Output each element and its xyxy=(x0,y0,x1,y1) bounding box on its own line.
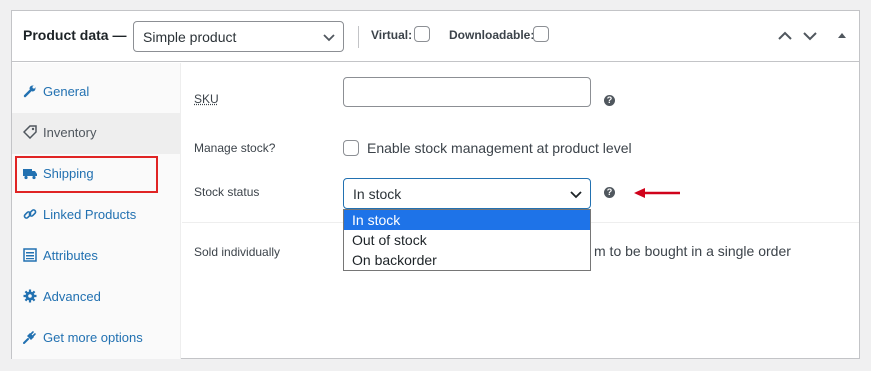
tab-get-more-options[interactable]: Get more options xyxy=(12,318,181,359)
panel-title: Product data — xyxy=(23,27,127,43)
chevron-down-icon xyxy=(323,34,335,42)
header-divider xyxy=(358,26,359,48)
stock-status-value: In stock xyxy=(353,186,402,202)
tab-inventory-label: Inventory xyxy=(43,125,97,140)
inventory-highlight-box xyxy=(15,156,158,193)
gear-icon xyxy=(23,289,37,303)
toggle-panel-button[interactable] xyxy=(834,28,850,44)
move-up-button[interactable] xyxy=(777,28,793,44)
sku-input[interactable] xyxy=(343,77,591,107)
tab-advanced[interactable]: Advanced xyxy=(12,277,181,318)
stock-status-dropdown: In stock Out of stock On backorder xyxy=(343,209,591,271)
virtual-label: Virtual: xyxy=(371,28,413,42)
wrench-icon xyxy=(23,85,36,98)
move-down-button[interactable] xyxy=(802,28,818,44)
tab-get-more-options-label: Get more options xyxy=(43,330,143,345)
chevron-up-icon xyxy=(778,31,792,40)
stock-status-label: Stock status xyxy=(194,185,260,199)
tab-attributes-label: Attributes xyxy=(43,248,98,263)
tab-attributes[interactable]: Attributes xyxy=(12,236,181,277)
manage-stock-label: Manage stock? xyxy=(194,141,276,155)
option-in-stock[interactable]: In stock xyxy=(344,210,590,230)
downloadable-checkbox[interactable] xyxy=(533,26,549,42)
inventory-panel: SKU ? Manage stock? Enable stock managem… xyxy=(182,63,859,359)
tab-general[interactable]: General xyxy=(12,72,181,113)
product-type-select[interactable]: Simple product xyxy=(133,21,344,52)
tab-linked-products[interactable]: Linked Products xyxy=(12,195,181,236)
link-icon xyxy=(23,209,37,219)
chevron-down-icon xyxy=(803,32,817,41)
tab-general-label: General xyxy=(43,84,90,99)
tag-icon xyxy=(23,125,37,139)
stock-status-select[interactable]: In stock xyxy=(343,178,591,209)
plugin-icon xyxy=(23,331,36,344)
option-out-of-stock[interactable]: Out of stock xyxy=(344,230,590,250)
sold-individually-description: m to be bought in a single order xyxy=(594,243,791,259)
chevron-down-icon xyxy=(570,191,582,199)
virtual-checkbox[interactable] xyxy=(414,26,430,42)
downloadable-label: Downloadable: xyxy=(449,28,535,42)
help-icon: ? xyxy=(604,95,615,106)
triangle-up-icon xyxy=(838,33,846,38)
sku-label: SKU xyxy=(194,92,219,106)
tab-inventory[interactable]: Inventory xyxy=(12,113,181,154)
product-type-value: Simple product xyxy=(143,29,237,45)
red-arrow-icon xyxy=(634,188,680,198)
list-icon xyxy=(23,248,37,262)
tab-advanced-label: Advanced xyxy=(43,289,101,304)
panel-header: Product data — Simple product Virtual: D… xyxy=(12,11,859,62)
sold-individually-label: Sold individually xyxy=(194,245,281,259)
product-data-panel: Product data — Simple product Virtual: D… xyxy=(11,10,860,359)
help-icon: ? xyxy=(604,187,615,198)
manage-stock-checkbox[interactable] xyxy=(343,140,359,156)
manage-stock-description: Enable stock management at product level xyxy=(367,140,632,156)
tab-linked-products-label: Linked Products xyxy=(43,207,137,222)
product-data-tabs: General Inventory Shipping Linked Produc… xyxy=(12,63,181,359)
option-on-backorder[interactable]: On backorder xyxy=(344,250,590,270)
